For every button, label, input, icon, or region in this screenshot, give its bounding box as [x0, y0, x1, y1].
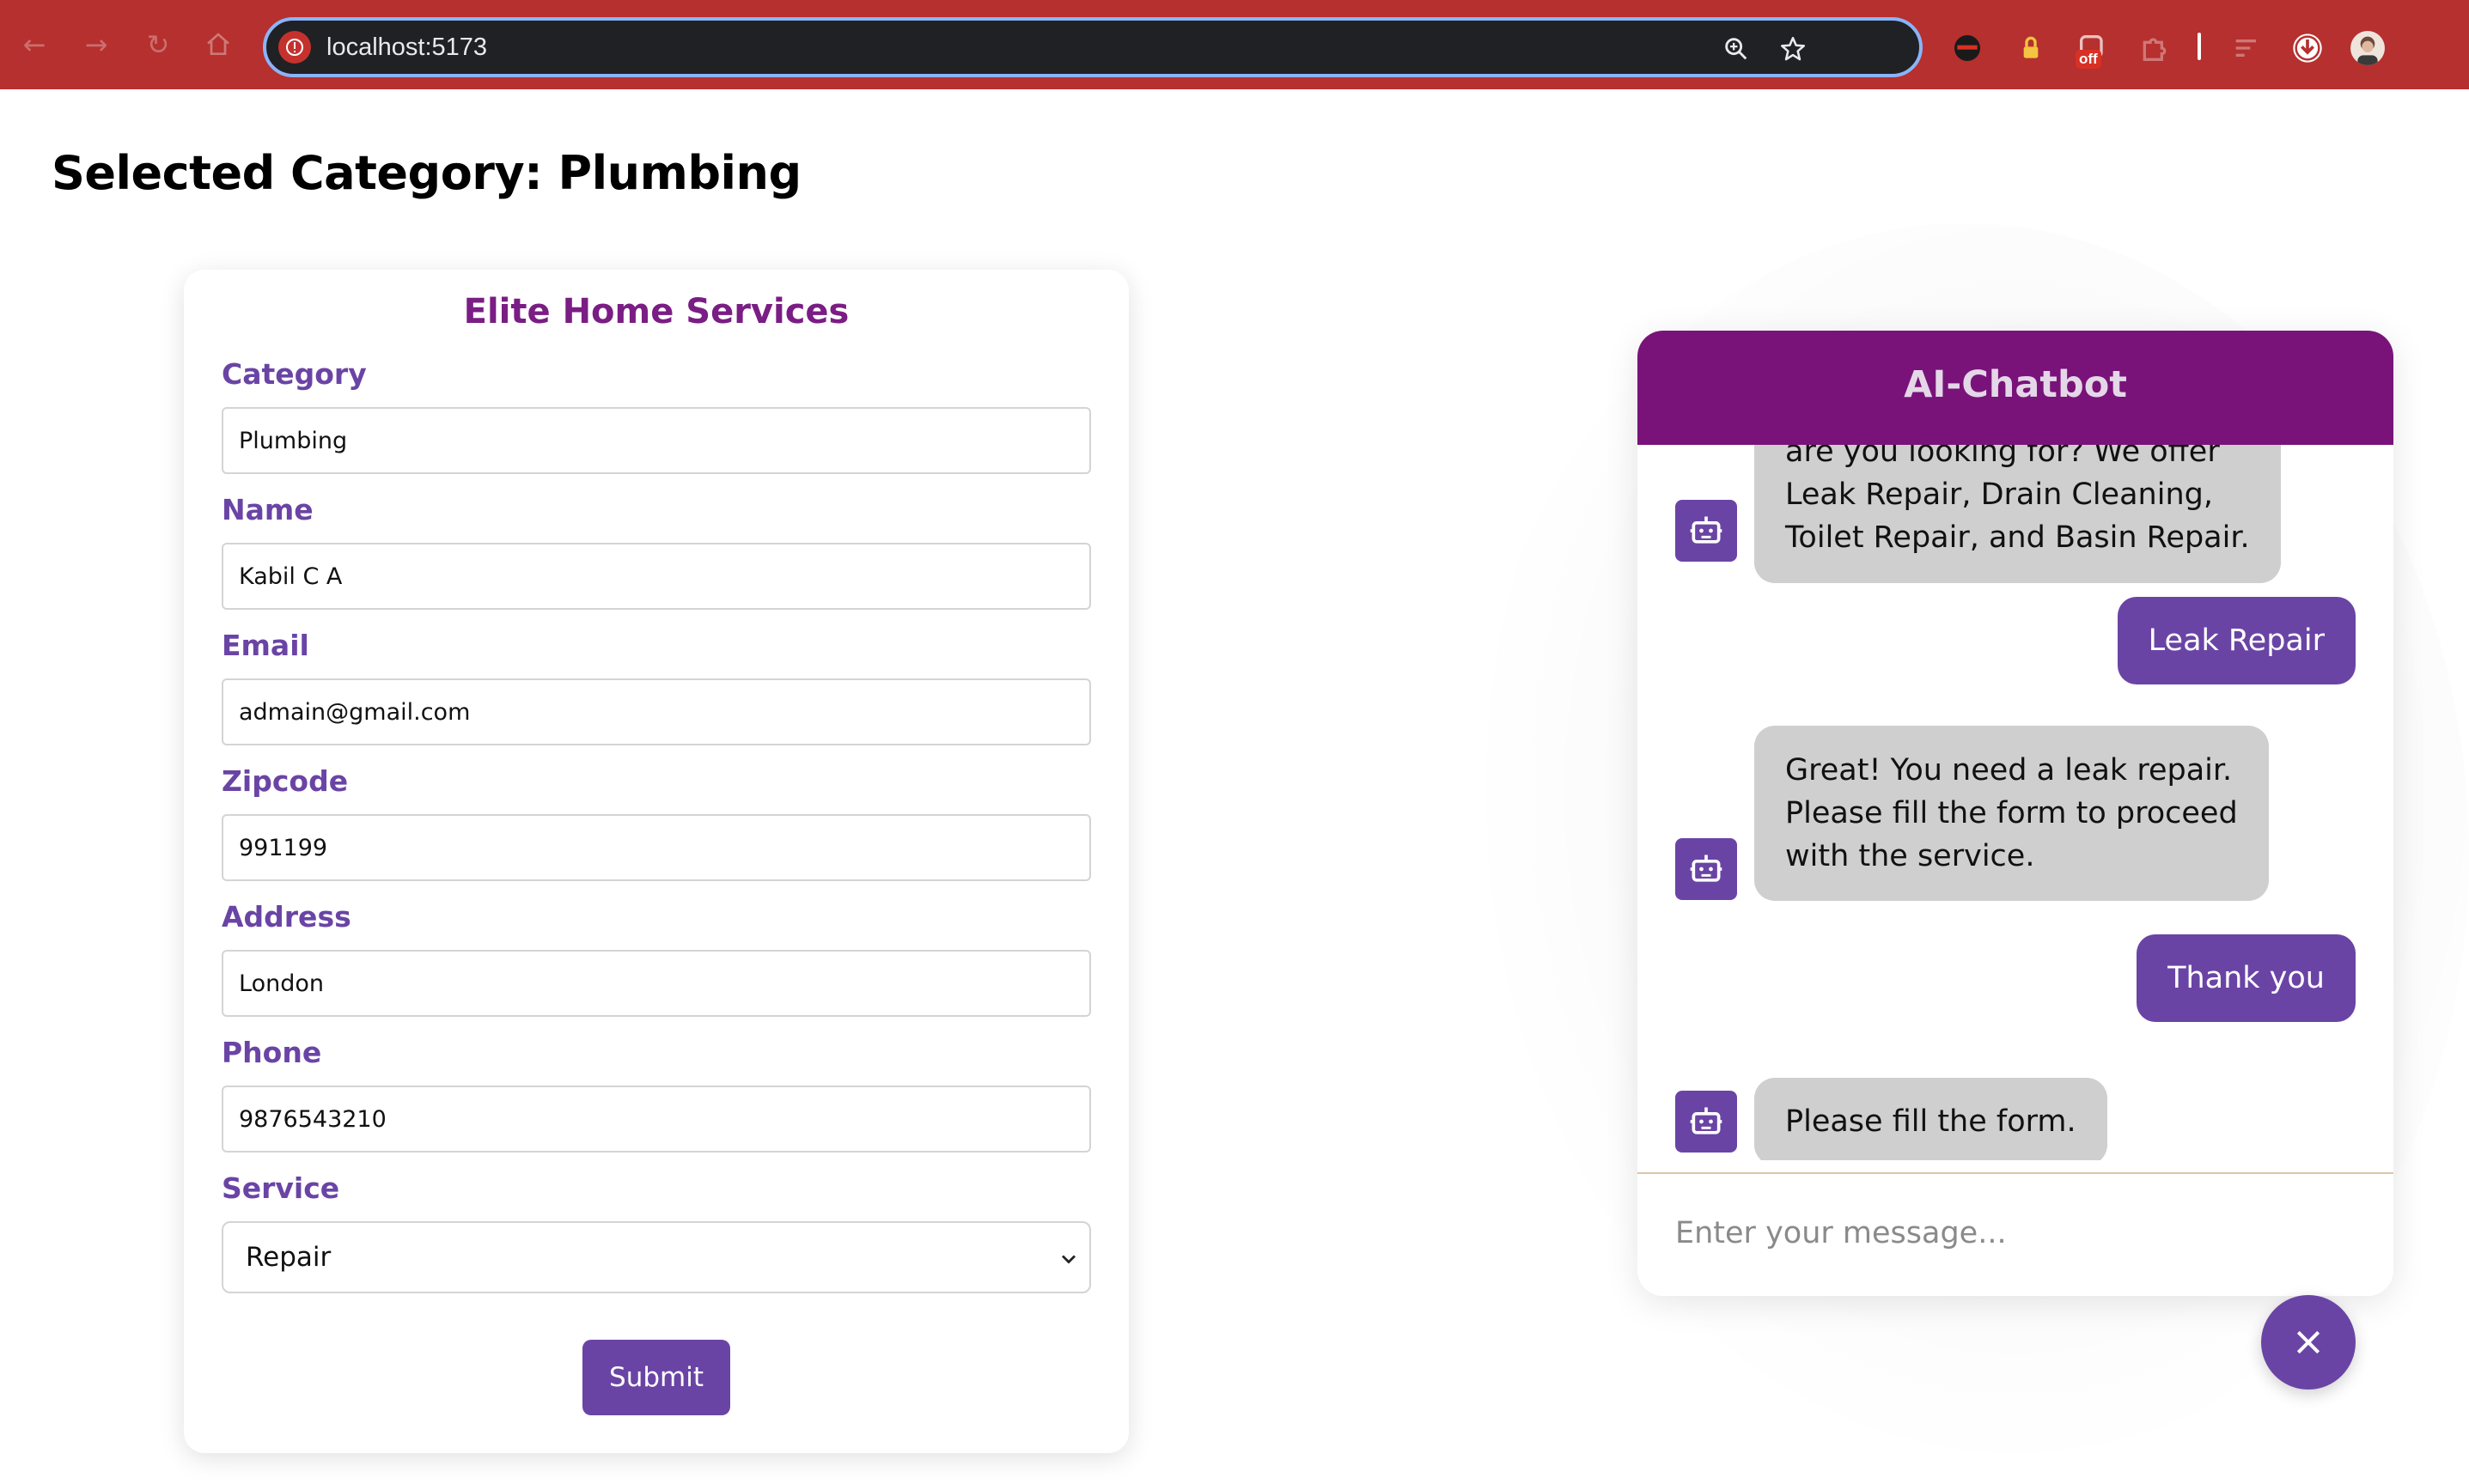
name-label: Name	[222, 493, 314, 526]
service-select-value: Repair	[246, 1242, 332, 1273]
extension-lock-icon[interactable]	[2014, 31, 2048, 65]
chatbot-header: AI-Chatbot	[1637, 331, 2393, 445]
phone-input[interactable]	[222, 1086, 1091, 1153]
chatbot-title: AI-Chatbot	[1904, 363, 2127, 406]
email-label: Email	[222, 629, 309, 662]
user-message: Thank you	[2137, 934, 2356, 1022]
form-title: Elite Home Services	[463, 292, 850, 331]
extension-off-badge: off	[2076, 50, 2101, 69]
bot-avatar-icon	[1675, 838, 1737, 900]
email-input[interactable]	[222, 678, 1091, 745]
chevron-down-icon	[1057, 1247, 1081, 1274]
chat-messages[interactable]: are you looking for? We offer Leak Repai…	[1637, 445, 2393, 1160]
site-info-icon[interactable]	[278, 31, 311, 64]
download-icon[interactable]	[2290, 31, 2325, 65]
extension-ninja-icon[interactable]	[1950, 31, 1984, 65]
bookmark-star-icon[interactable]	[1778, 34, 1808, 64]
home-icon[interactable]	[199, 26, 237, 64]
zipcode-input[interactable]	[222, 814, 1091, 881]
bot-message: Great! You need a leak repair. Please fi…	[1754, 726, 2269, 901]
service-select[interactable]: Repair	[222, 1221, 1091, 1293]
service-label: Service	[222, 1171, 340, 1205]
address-bar[interactable]: localhost:5173	[263, 17, 1923, 77]
name-input[interactable]	[222, 543, 1091, 610]
bot-message: are you looking for? We offer Leak Repai…	[1754, 445, 2281, 583]
zipcode-label: Zipcode	[222, 764, 349, 798]
reload-icon[interactable]: ↻	[139, 26, 177, 64]
bot-avatar-icon	[1675, 500, 1737, 562]
phone-label: Phone	[222, 1036, 322, 1069]
bot-message: Please fill the form.	[1754, 1078, 2107, 1160]
close-icon	[2296, 1330, 2320, 1354]
chat-message-input[interactable]	[1675, 1205, 2354, 1262]
profile-avatar[interactable]	[2350, 31, 2385, 65]
user-message: Leak Repair	[2117, 597, 2356, 684]
submit-button[interactable]: Submit	[582, 1340, 730, 1415]
reading-list-icon[interactable]	[2230, 31, 2265, 65]
bot-avatar-icon	[1675, 1091, 1737, 1153]
zoom-icon[interactable]	[1722, 34, 1751, 64]
toolbar-separator	[2198, 33, 2201, 60]
url-text[interactable]: localhost:5173	[326, 33, 487, 62]
close-chat-button[interactable]	[2261, 1295, 2356, 1390]
category-label: Category	[222, 357, 367, 391]
address-label: Address	[222, 900, 351, 934]
extensions-puzzle-icon[interactable]	[2137, 31, 2172, 65]
chat-input-area	[1637, 1172, 2393, 1296]
browser-toolbar: ← → ↻ localhost:5173 off	[0, 0, 2469, 89]
page-title: Selected Category: Plumbing	[52, 146, 802, 200]
back-icon[interactable]: ←	[15, 26, 53, 64]
category-input[interactable]	[222, 407, 1091, 474]
chatbot-window: AI-Chatbot are you looking for? We offer…	[1637, 331, 2393, 1296]
forward-icon[interactable]: →	[77, 26, 115, 64]
address-input[interactable]	[222, 950, 1091, 1017]
service-form: Elite Home Services Category Name Email …	[184, 270, 1129, 1453]
